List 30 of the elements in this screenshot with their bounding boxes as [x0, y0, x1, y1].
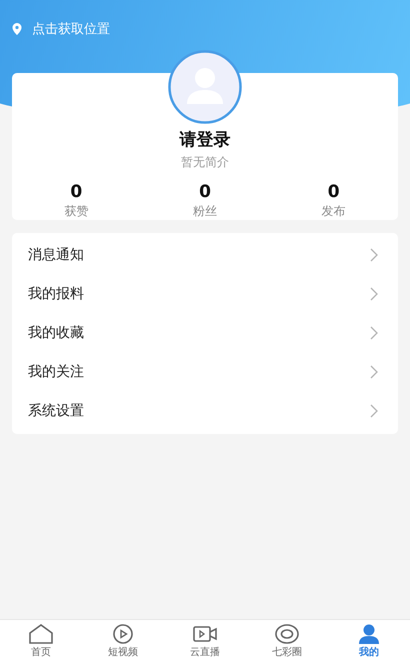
stat-label: 粉丝	[193, 203, 217, 220]
play-icon	[110, 623, 136, 645]
menu-item[interactable]: 我的收藏	[12, 313, 398, 352]
stat-label: 获赞	[64, 203, 88, 220]
login-prompt[interactable]: 请登录	[180, 128, 230, 151]
ring-icon	[274, 623, 300, 645]
stat-count: 0	[199, 183, 211, 201]
avatar-icon[interactable]	[168, 50, 242, 124]
location-pin-icon	[12, 23, 22, 35]
tab[interactable]: 七彩圈	[246, 620, 328, 662]
stat-count: 0	[70, 183, 82, 201]
chevron-icon	[370, 364, 378, 378]
menu-item[interactable]: 我的关注	[12, 352, 398, 391]
chevron-icon	[370, 326, 378, 340]
menu-item[interactable]: 我的报料	[12, 274, 398, 313]
home-icon	[28, 623, 54, 645]
tab[interactable]: 我的	[328, 620, 410, 662]
tab[interactable]: 云直播	[164, 620, 246, 662]
stat-label: 发布	[322, 203, 346, 220]
tab[interactable]: 短视频	[82, 620, 164, 662]
tab[interactable]: 首页	[0, 620, 82, 662]
stat-count: 0	[328, 183, 340, 201]
video-camera-icon	[192, 623, 218, 645]
menu-item[interactable]: 消息通知	[12, 235, 398, 274]
person-icon	[356, 623, 382, 645]
bio-text: 暂无简介	[181, 154, 229, 171]
chevron-icon	[370, 404, 378, 418]
menu-item[interactable]: 系统设置	[12, 391, 398, 430]
chevron-icon	[370, 248, 378, 262]
chevron-icon	[370, 286, 378, 300]
